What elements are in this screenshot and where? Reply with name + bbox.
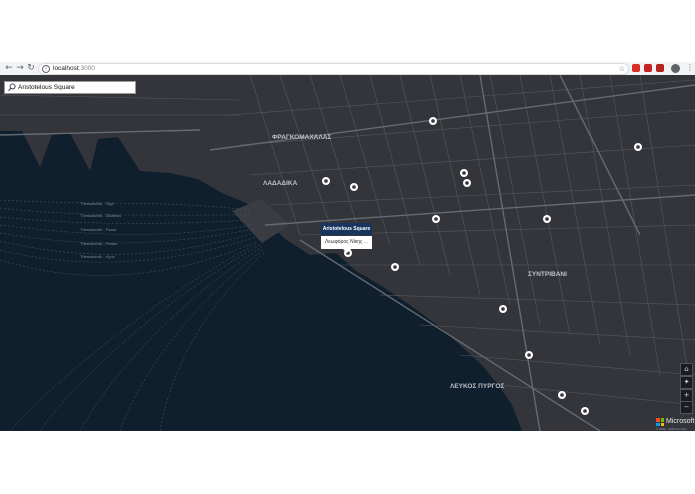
location-popup: Aristotelous Square Λεωφόρος Νίκης ... — [321, 223, 372, 253]
browser-toolbar: ← → ↻ i localhost:3000 ☆ ⋮ — [0, 62, 695, 76]
district-label-0: ΦΡΑΓΚΟΜΑΧΑΛΑΣ — [272, 134, 331, 141]
popup-ellipsis: ... — [363, 239, 368, 245]
map-canvas[interactable]: ΦΡΑΓΚΟΜΑΧΑΛΑΣ ΛΑΔΑΔΙΚΑ ΣΥΝΤΡΙΒΑΝΙ ΛΕΥΚΟΣ… — [0, 75, 695, 431]
map-pin-center — [431, 119, 435, 123]
windows-logo-icon — [656, 418, 664, 426]
district-label-2: ΣΥΝΤΡΙΒΑΝΙ — [528, 271, 567, 278]
map-pin-center — [352, 185, 356, 189]
back-icon[interactable]: ← — [4, 63, 14, 73]
map-pin-center — [583, 409, 587, 413]
forward-icon[interactable]: → — [15, 63, 25, 73]
district-label-3: ΛΕΥΚΟΣ ΠΥΡΓΟΣ — [450, 383, 504, 390]
avatar[interactable] — [671, 64, 680, 73]
map-pin-center — [545, 217, 549, 221]
extension-icon[interactable] — [632, 64, 640, 72]
popup-pointer — [343, 249, 351, 253]
search-input[interactable] — [18, 82, 132, 93]
map-pin-center — [465, 181, 469, 185]
extension-icon[interactable] — [656, 64, 664, 72]
map-pin-center — [636, 145, 640, 149]
search-box[interactable] — [4, 81, 136, 94]
zoom-out-button[interactable]: − — [680, 401, 693, 414]
map-pin-center — [462, 171, 466, 175]
map-pin-center — [501, 307, 505, 311]
search-icon[interactable] — [8, 83, 16, 92]
map-drawing: ΦΡΑΓΚΟΜΑΧΑΛΑΣ ΛΑΔΑΔΙΚΑ ΣΥΝΤΡΙΒΑΝΙ ΛΕΥΚΟΣ… — [0, 75, 695, 431]
more-vertical-icon[interactable]: ⋮ — [686, 63, 694, 73]
district-label-1: ΛΑΔΑΔΙΚΑ — [263, 180, 298, 187]
ferry-label-0: Thessaloniki - Sigri — [80, 201, 114, 206]
map-pin-center — [527, 353, 531, 357]
map-pin-center — [560, 393, 564, 397]
ferry-label-3: Thessaloniki - Parian — [80, 241, 117, 246]
reload-icon[interactable]: ↻ — [26, 63, 36, 73]
info-icon[interactable]: i — [42, 65, 50, 73]
address-bar[interactable]: i localhost:3000 ☆ — [38, 63, 629, 75]
popup-title: Aristotelous Square — [321, 223, 372, 235]
map-pin-center — [324, 179, 328, 183]
address-url: localhost:3000 — [53, 65, 95, 72]
map-pin-center — [393, 265, 397, 269]
microsoft-logo: Microsoft — [656, 417, 695, 427]
home-icon[interactable]: ⌂ — [680, 363, 693, 376]
extension-icon[interactable] — [644, 64, 652, 72]
map-pin-center — [434, 217, 438, 221]
ferry-label-1: Thessaloniki - Skiathos — [80, 213, 121, 218]
copyright: © 2020 · 2019 TomTom — [656, 427, 688, 431]
logo-text: Microsoft — [666, 418, 695, 425]
ferry-label-4: Thessaloniki - Kymi — [80, 254, 115, 259]
compass-icon[interactable]: ✦ — [680, 376, 693, 389]
water-body — [0, 131, 522, 431]
bookmark-star-icon[interactable]: ☆ — [619, 64, 625, 74]
ferry-label-2: Thessaloniki - Psara — [80, 227, 117, 232]
popup-street: Λεωφόρος Νίκης — [325, 239, 363, 245]
popup-address[interactable]: Λεωφόρος Νίκης ... — [321, 236, 372, 249]
